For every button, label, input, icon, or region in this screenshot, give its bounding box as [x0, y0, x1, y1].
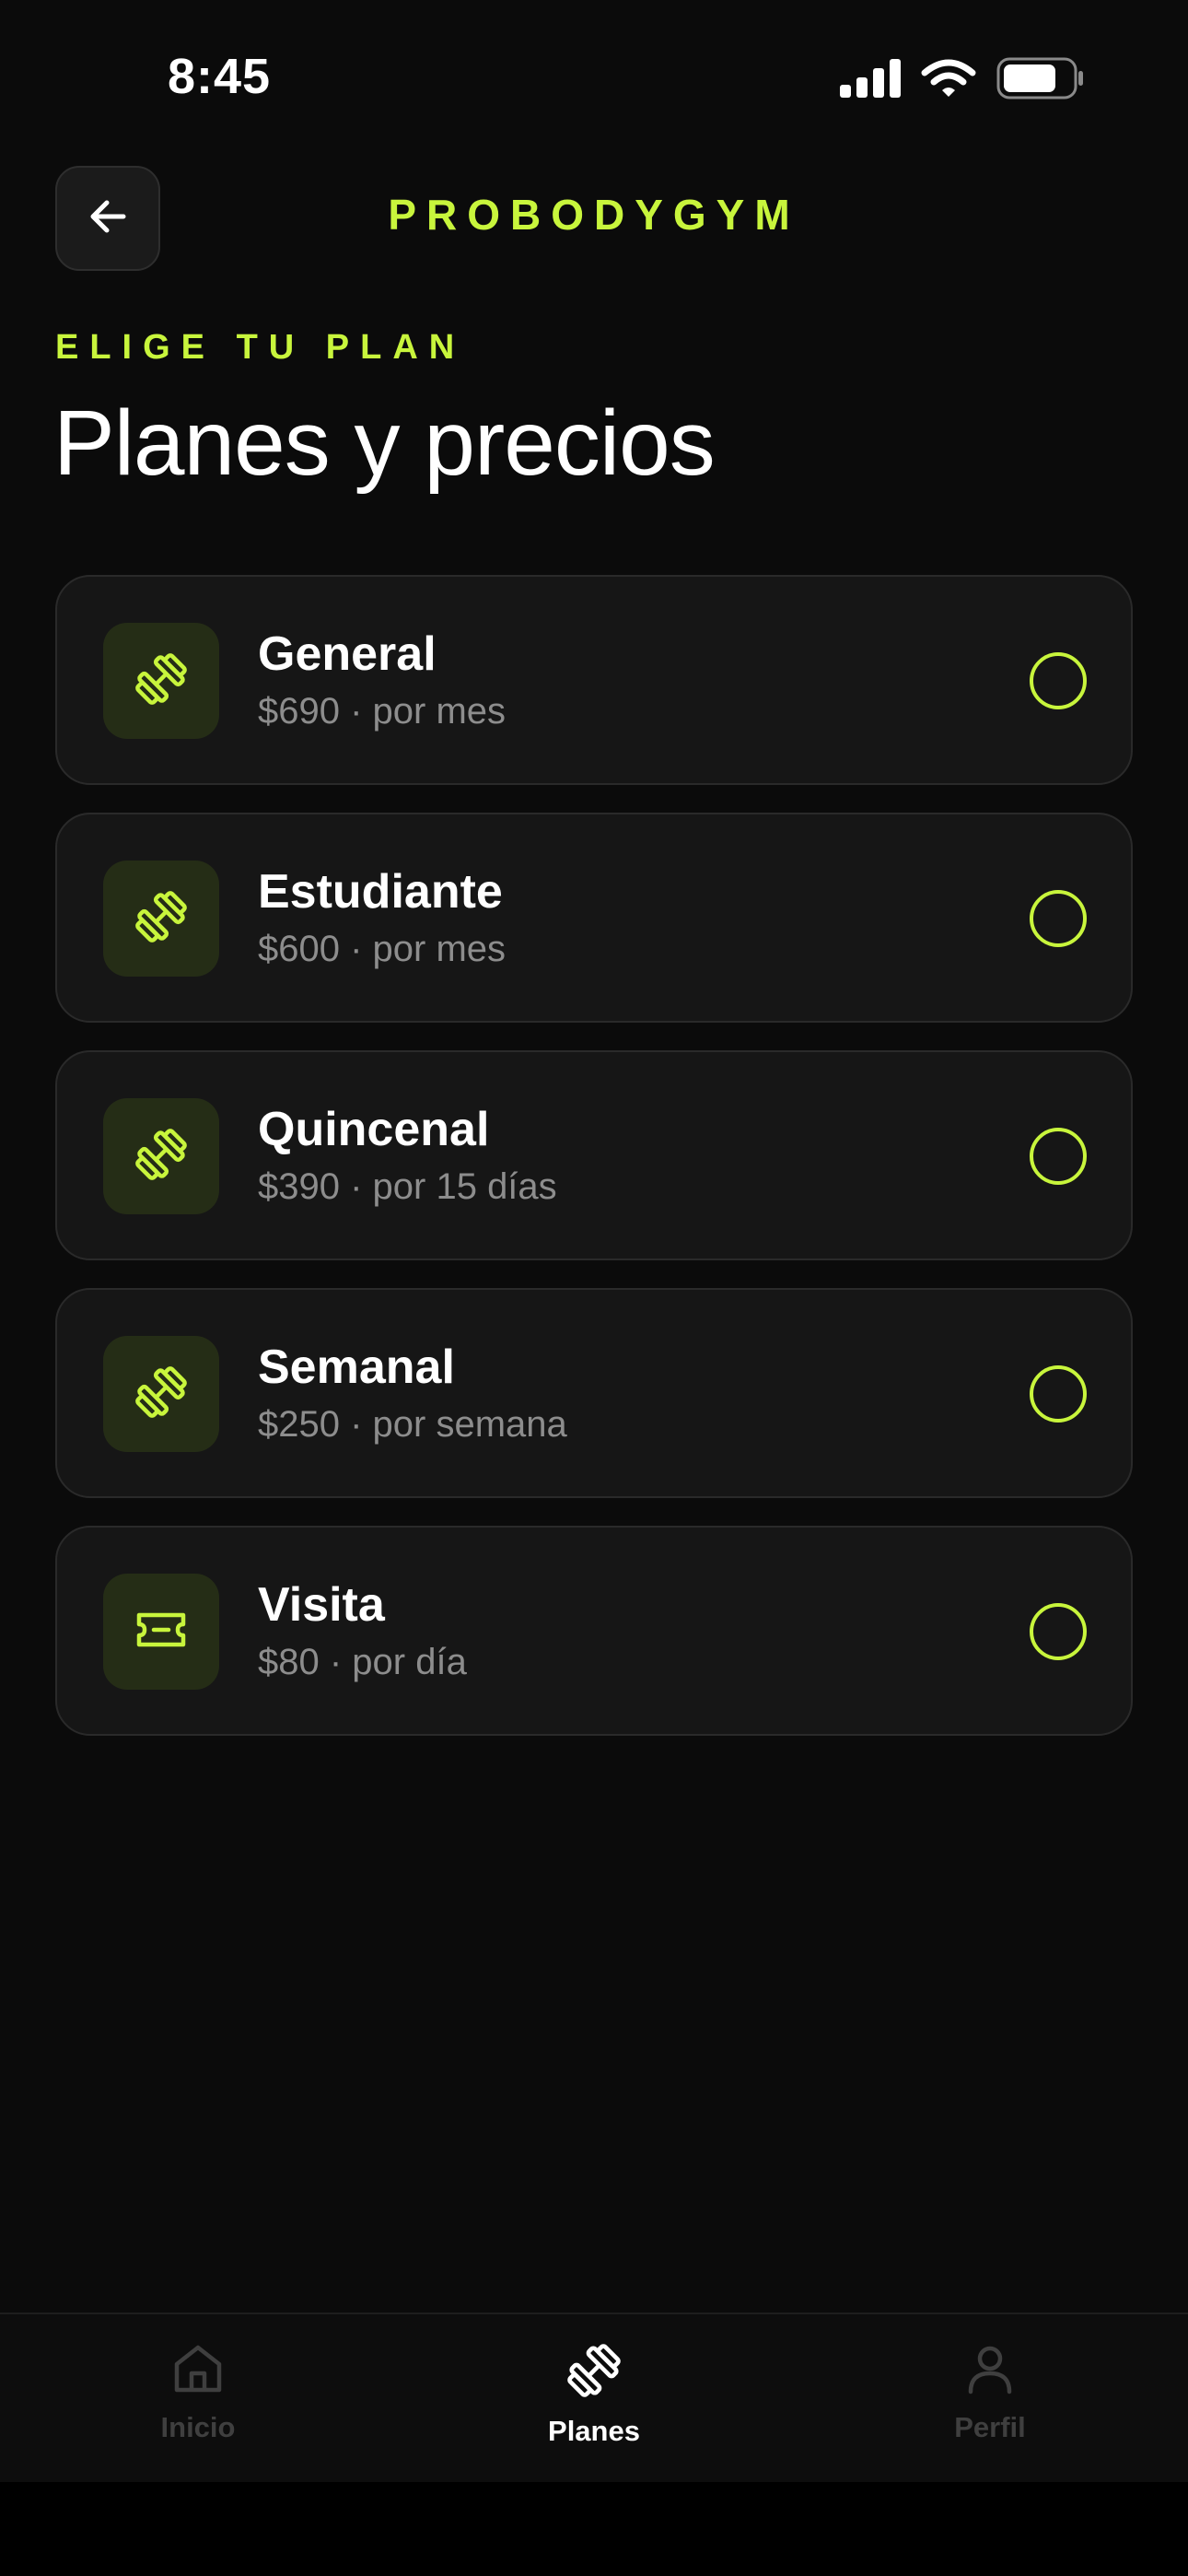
plan-icon-tile — [103, 1098, 219, 1214]
plan-radio[interactable] — [1030, 652, 1087, 709]
plan-name: Quincenal — [258, 1103, 490, 1156]
tab-planes[interactable]: Planes — [396, 2314, 792, 2484]
plan-icon-tile — [103, 861, 219, 977]
dumbbell-icon — [132, 887, 191, 951]
plan-card-estudiante[interactable]: Estudiante $600 · por mes — [55, 813, 1133, 1023]
plan-radio[interactable] — [1030, 1365, 1087, 1423]
page-title: Planes y precios — [53, 392, 716, 495]
home-indicator-area — [0, 2482, 1188, 2576]
plan-price: $390 · por 15 días — [258, 1166, 557, 1207]
plan-price: $80 · por día — [258, 1642, 467, 1682]
plan-list: General $690 · por mes Estudiante $600 ·… — [55, 575, 1133, 1763]
cellular-signal-icon — [840, 59, 901, 102]
tab-label: Planes — [548, 2415, 640, 2447]
status-icons — [840, 57, 1085, 104]
dumbbell-icon — [132, 1125, 191, 1188]
plan-card-semanal[interactable]: Semanal $250 · por semana — [55, 1288, 1133, 1498]
plan-name: Estudiante — [258, 865, 503, 919]
plan-price: $600 · por mes — [258, 929, 507, 969]
plan-icon-tile — [103, 623, 219, 739]
plan-price: $690 · por mes — [258, 691, 507, 732]
battery-icon — [996, 57, 1085, 104]
wifi-icon — [921, 58, 976, 103]
status-bar: 8:45 — [0, 0, 1188, 147]
tab-perfil[interactable]: Perfil — [792, 2314, 1188, 2484]
dumbbell-icon — [132, 650, 191, 713]
plan-card-quincenal[interactable]: Quincenal $390 · por 15 días — [55, 1050, 1133, 1260]
screen: 8:45 PROBODYGYM ELIGE TU PLAN Planes y p… — [0, 0, 1188, 2484]
plan-radio[interactable] — [1030, 1603, 1087, 1660]
plan-name: General — [258, 627, 437, 681]
tab-label: Inicio — [160, 2411, 236, 2443]
plan-card-general[interactable]: General $690 · por mes — [55, 575, 1133, 785]
dumbbell-icon — [564, 2340, 624, 2406]
user-icon — [961, 2340, 1019, 2402]
plan-price: $250 · por semana — [258, 1404, 567, 1445]
dumbbell-icon — [132, 1363, 191, 1426]
tab-label: Perfil — [954, 2411, 1026, 2443]
bottom-tab-bar: Inicio Planes Perfil — [0, 2313, 1188, 2484]
plan-icon-tile — [103, 1574, 219, 1690]
tab-inicio[interactable]: Inicio — [0, 2314, 396, 2484]
section-eyebrow: ELIGE TU PLAN — [55, 328, 466, 367]
brand-title: PROBODYGYM — [388, 191, 800, 239]
plan-radio[interactable] — [1030, 1128, 1087, 1185]
home-icon — [169, 2340, 227, 2402]
plan-name: Visita — [258, 1578, 385, 1632]
ticket-icon — [132, 1600, 191, 1664]
plan-radio[interactable] — [1030, 890, 1087, 947]
plan-name: Semanal — [258, 1341, 455, 1394]
plan-icon-tile — [103, 1336, 219, 1452]
plan-card-visita[interactable]: Visita $80 · por día — [55, 1526, 1133, 1736]
status-time: 8:45 — [168, 49, 272, 104]
